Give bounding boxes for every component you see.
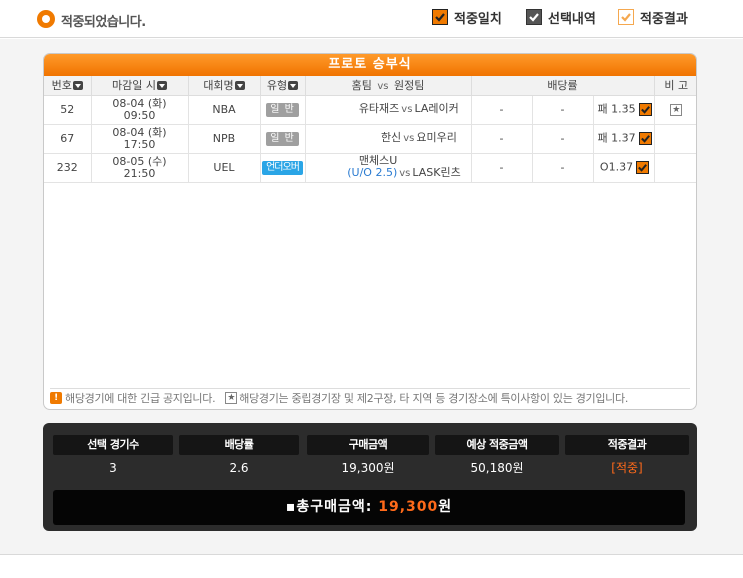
odds-label: 배당률 <box>179 435 299 455</box>
main-area: 프로토 승부식 번호 마감일 시 대회명 유형 홈팀 vs 원정팀 배당률 비 … <box>0 39 743 554</box>
checkbox-checked-icon <box>526 9 542 25</box>
legend-hit-match: 적중일치 <box>432 8 502 27</box>
row-match: 유타재즈 vs LA레이커 <box>305 95 472 125</box>
top-bar: 적중되었습니다. 적중일치 선택내역 적중결과 <box>0 0 743 38</box>
row-odd-pick[interactable]: 패 1.37 <box>593 124 655 154</box>
legend-label: 적중결과 <box>640 11 688 27</box>
row-odd-win[interactable]: - <box>471 95 533 125</box>
col-header-type[interactable]: 유형 <box>260 76 306 96</box>
row-note: ★ <box>654 95 696 125</box>
row-match: 맨체스U (U/O 2.5) vs LASK린츠 <box>305 153 472 183</box>
star-icon: ★ <box>225 391 238 404</box>
row-odd-pick[interactable]: 패 1.35 <box>593 95 655 125</box>
type-badge: 일 반 <box>266 131 299 146</box>
row-odd-win[interactable]: - <box>471 124 533 154</box>
row-odd-draw[interactable]: - <box>532 95 594 125</box>
col-header-match: 홈팀 vs 원정팀 <box>305 76 472 96</box>
hit-circle-icon <box>37 10 55 28</box>
checkbox-checked-icon <box>432 9 448 25</box>
row-league: UEL <box>188 153 261 183</box>
row-no: 232 <box>44 153 92 183</box>
legend-selection: 선택내역 <box>526 8 596 27</box>
odds-value: 2.6 <box>229 461 249 475</box>
row-deadline: 08-04 (화) 17:50 <box>91 124 189 154</box>
star-icon: ★ <box>670 104 683 116</box>
row-match: 한신 vs 요미우리 <box>305 124 472 154</box>
warning-icon: ! <box>50 391 62 404</box>
page-title: 적중되었습니다. <box>61 15 146 30</box>
row-type: 일 반 <box>260 124 306 154</box>
footer-bar <box>0 554 743 578</box>
notice-star-text: 해당경기는 중립경기장 및 제2구장, 타 지역 등 경기장소에 특이사항이 있… <box>239 391 629 405</box>
col-header-note: 비 고 <box>654 76 696 96</box>
row-note <box>654 153 696 183</box>
row-deadline: 08-04 (화) 09:50 <box>91 95 189 125</box>
panel-title: 프로토 승부식 <box>44 54 696 76</box>
purchase-label: 구매금액 <box>307 435 429 455</box>
col-header-league[interactable]: 대회명 <box>188 76 261 96</box>
games-table: 번호 마감일 시 대회명 유형 홈팀 vs 원정팀 배당률 비 고 52 08-… <box>44 76 696 183</box>
bet-panel: 프로토 승부식 번호 마감일 시 대회명 유형 홈팀 vs 원정팀 배당률 비 … <box>43 53 697 410</box>
notice-bar: ! 해당경기에 대한 긴급 공지입니다. ★ 해당경기는 중립경기장 및 제2구… <box>50 388 690 406</box>
col-header-odds: 배당률 <box>471 76 655 96</box>
handicap-label: (U/O 2.5) <box>347 166 398 179</box>
row-odd-win[interactable]: - <box>471 153 533 183</box>
hit-check-icon <box>636 161 650 174</box>
games-count-value: 3 <box>109 461 117 475</box>
row-odd-draw[interactable]: - <box>532 153 594 183</box>
expected-value: 50,180원 <box>470 461 524 475</box>
row-odd-pick[interactable]: O1.37 <box>593 153 655 183</box>
sort-down-icon[interactable] <box>156 81 167 91</box>
summary-panel: 선택 경기수 배당률 구매금액 예상 적중금액 적중결과 3 2.6 19,30… <box>43 423 697 531</box>
hit-check-icon <box>638 103 652 116</box>
sort-down-icon[interactable] <box>234 81 245 91</box>
legend-label: 선택내역 <box>548 11 596 27</box>
row-note <box>654 124 696 154</box>
type-badge: 언더오버 <box>262 160 303 175</box>
result-label: 적중결과 <box>565 435 689 455</box>
table-row: 67 08-04 (화) 17:50 NPB 일 반 한신 vs 요미우리 - - 패… <box>44 124 696 154</box>
notice-urgent-text: 해당경기에 대한 긴급 공지입니다. <box>65 391 216 405</box>
sort-down-icon[interactable] <box>288 81 299 91</box>
purchase-value: 19,300원 <box>341 461 395 475</box>
row-league: NPB <box>188 124 261 154</box>
checkbox-checked-icon <box>618 9 634 25</box>
legend-label: 적중일치 <box>454 11 502 27</box>
type-badge: 일 반 <box>266 102 299 117</box>
result-value: [적중] <box>611 461 643 475</box>
total-label: ▪총구매금액: <box>285 499 373 515</box>
row-type: 일 반 <box>260 95 306 125</box>
hit-check-icon <box>638 132 652 145</box>
row-league: NBA <box>188 95 261 125</box>
row-no: 67 <box>44 124 92 154</box>
legend-hit-result: 적중결과 <box>618 8 688 27</box>
expected-label: 예상 적중금액 <box>435 435 559 455</box>
table-row: 52 08-04 (화) 09:50 NBA 일 반 유타재즈 vs LA레이커 - … <box>44 95 696 125</box>
games-count-label: 선택 경기수 <box>53 435 173 455</box>
total-amount: 19,300 <box>378 499 439 515</box>
sort-down-icon[interactable] <box>72 81 83 91</box>
table-row: 232 08-05 (수) 21:50 UEL 언더오버 맨체스U (U/O 2.5… <box>44 153 696 183</box>
col-header-deadline[interactable]: 마감일 시 <box>91 76 189 96</box>
row-no: 52 <box>44 95 92 125</box>
row-odd-draw[interactable]: - <box>532 124 594 154</box>
row-type: 언더오버 <box>260 153 306 183</box>
row-deadline: 08-05 (수) 21:50 <box>91 153 189 183</box>
col-header-no[interactable]: 번호 <box>44 76 92 96</box>
total-purchase: ▪총구매금액: 19,300원 <box>53 490 685 525</box>
total-unit: 원 <box>438 499 453 515</box>
